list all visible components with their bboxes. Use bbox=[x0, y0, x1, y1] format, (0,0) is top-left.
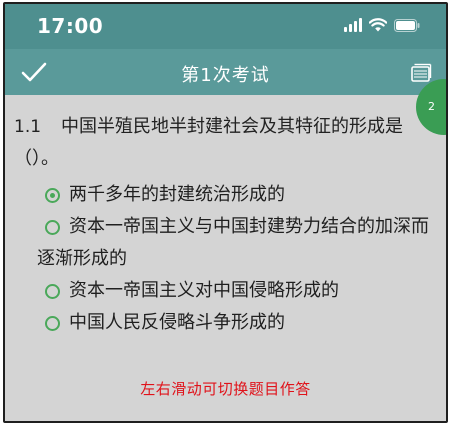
nav-bar: 第1次考试 bbox=[5, 49, 446, 95]
question-number: 1.1 bbox=[14, 117, 42, 137]
option-a[interactable]: 两千多年的封建统治形成的 bbox=[5, 179, 446, 211]
radio-unchecked-icon[interactable] bbox=[45, 284, 60, 299]
progress-badge-text: 2 bbox=[428, 100, 435, 113]
radio-unchecked-icon[interactable] bbox=[45, 220, 60, 235]
swipe-hint: 左右滑动可切换题目作答 bbox=[140, 380, 311, 398]
radio-unchecked-icon[interactable] bbox=[45, 316, 60, 331]
radio-checked-icon[interactable] bbox=[45, 188, 60, 203]
status-bar: 17:00 bbox=[5, 4, 446, 49]
phone-screen: 17:00 第1次考试 2 1.1 中国半殖民地半封建社会及其特征的形成是（）。… bbox=[3, 2, 448, 423]
status-time: 17:00 bbox=[37, 14, 104, 38]
question-content[interactable]: 2 1.1 中国半殖民地半封建社会及其特征的形成是（）。 两千多年的封建统治形成的… bbox=[5, 79, 446, 421]
option-label: 资本一帝国主义与中国封建势力结合的加深而逐渐形成的 bbox=[37, 216, 429, 269]
wifi-icon bbox=[369, 18, 387, 32]
option-c[interactable]: 资本一帝国主义对中国侵略形成的 bbox=[5, 275, 446, 307]
option-label: 中国人民反侵略斗争形成的 bbox=[69, 312, 285, 333]
option-list: 两千多年的封建统治形成的 资本一帝国主义与中国封建势力结合的加深而逐渐形成的 资… bbox=[5, 179, 446, 339]
signal-icon bbox=[344, 18, 362, 32]
option-b[interactable]: 资本一帝国主义与中国封建势力结合的加深而逐渐形成的 bbox=[5, 211, 446, 275]
cards-icon[interactable] bbox=[410, 62, 432, 82]
option-label: 两千多年的封建统治形成的 bbox=[69, 184, 285, 205]
question-stem: 1.1 中国半殖民地半封建社会及其特征的形成是（）。 bbox=[14, 111, 429, 175]
status-icons bbox=[344, 18, 420, 32]
option-label: 资本一帝国主义对中国侵略形成的 bbox=[69, 280, 339, 301]
question-text: 中国半殖民地半封建社会及其特征的形成是（）。 bbox=[14, 116, 404, 169]
page-title: 第1次考试 bbox=[181, 65, 270, 86]
battery-icon bbox=[394, 19, 420, 32]
option-d[interactable]: 中国人民反侵略斗争形成的 bbox=[5, 307, 446, 339]
